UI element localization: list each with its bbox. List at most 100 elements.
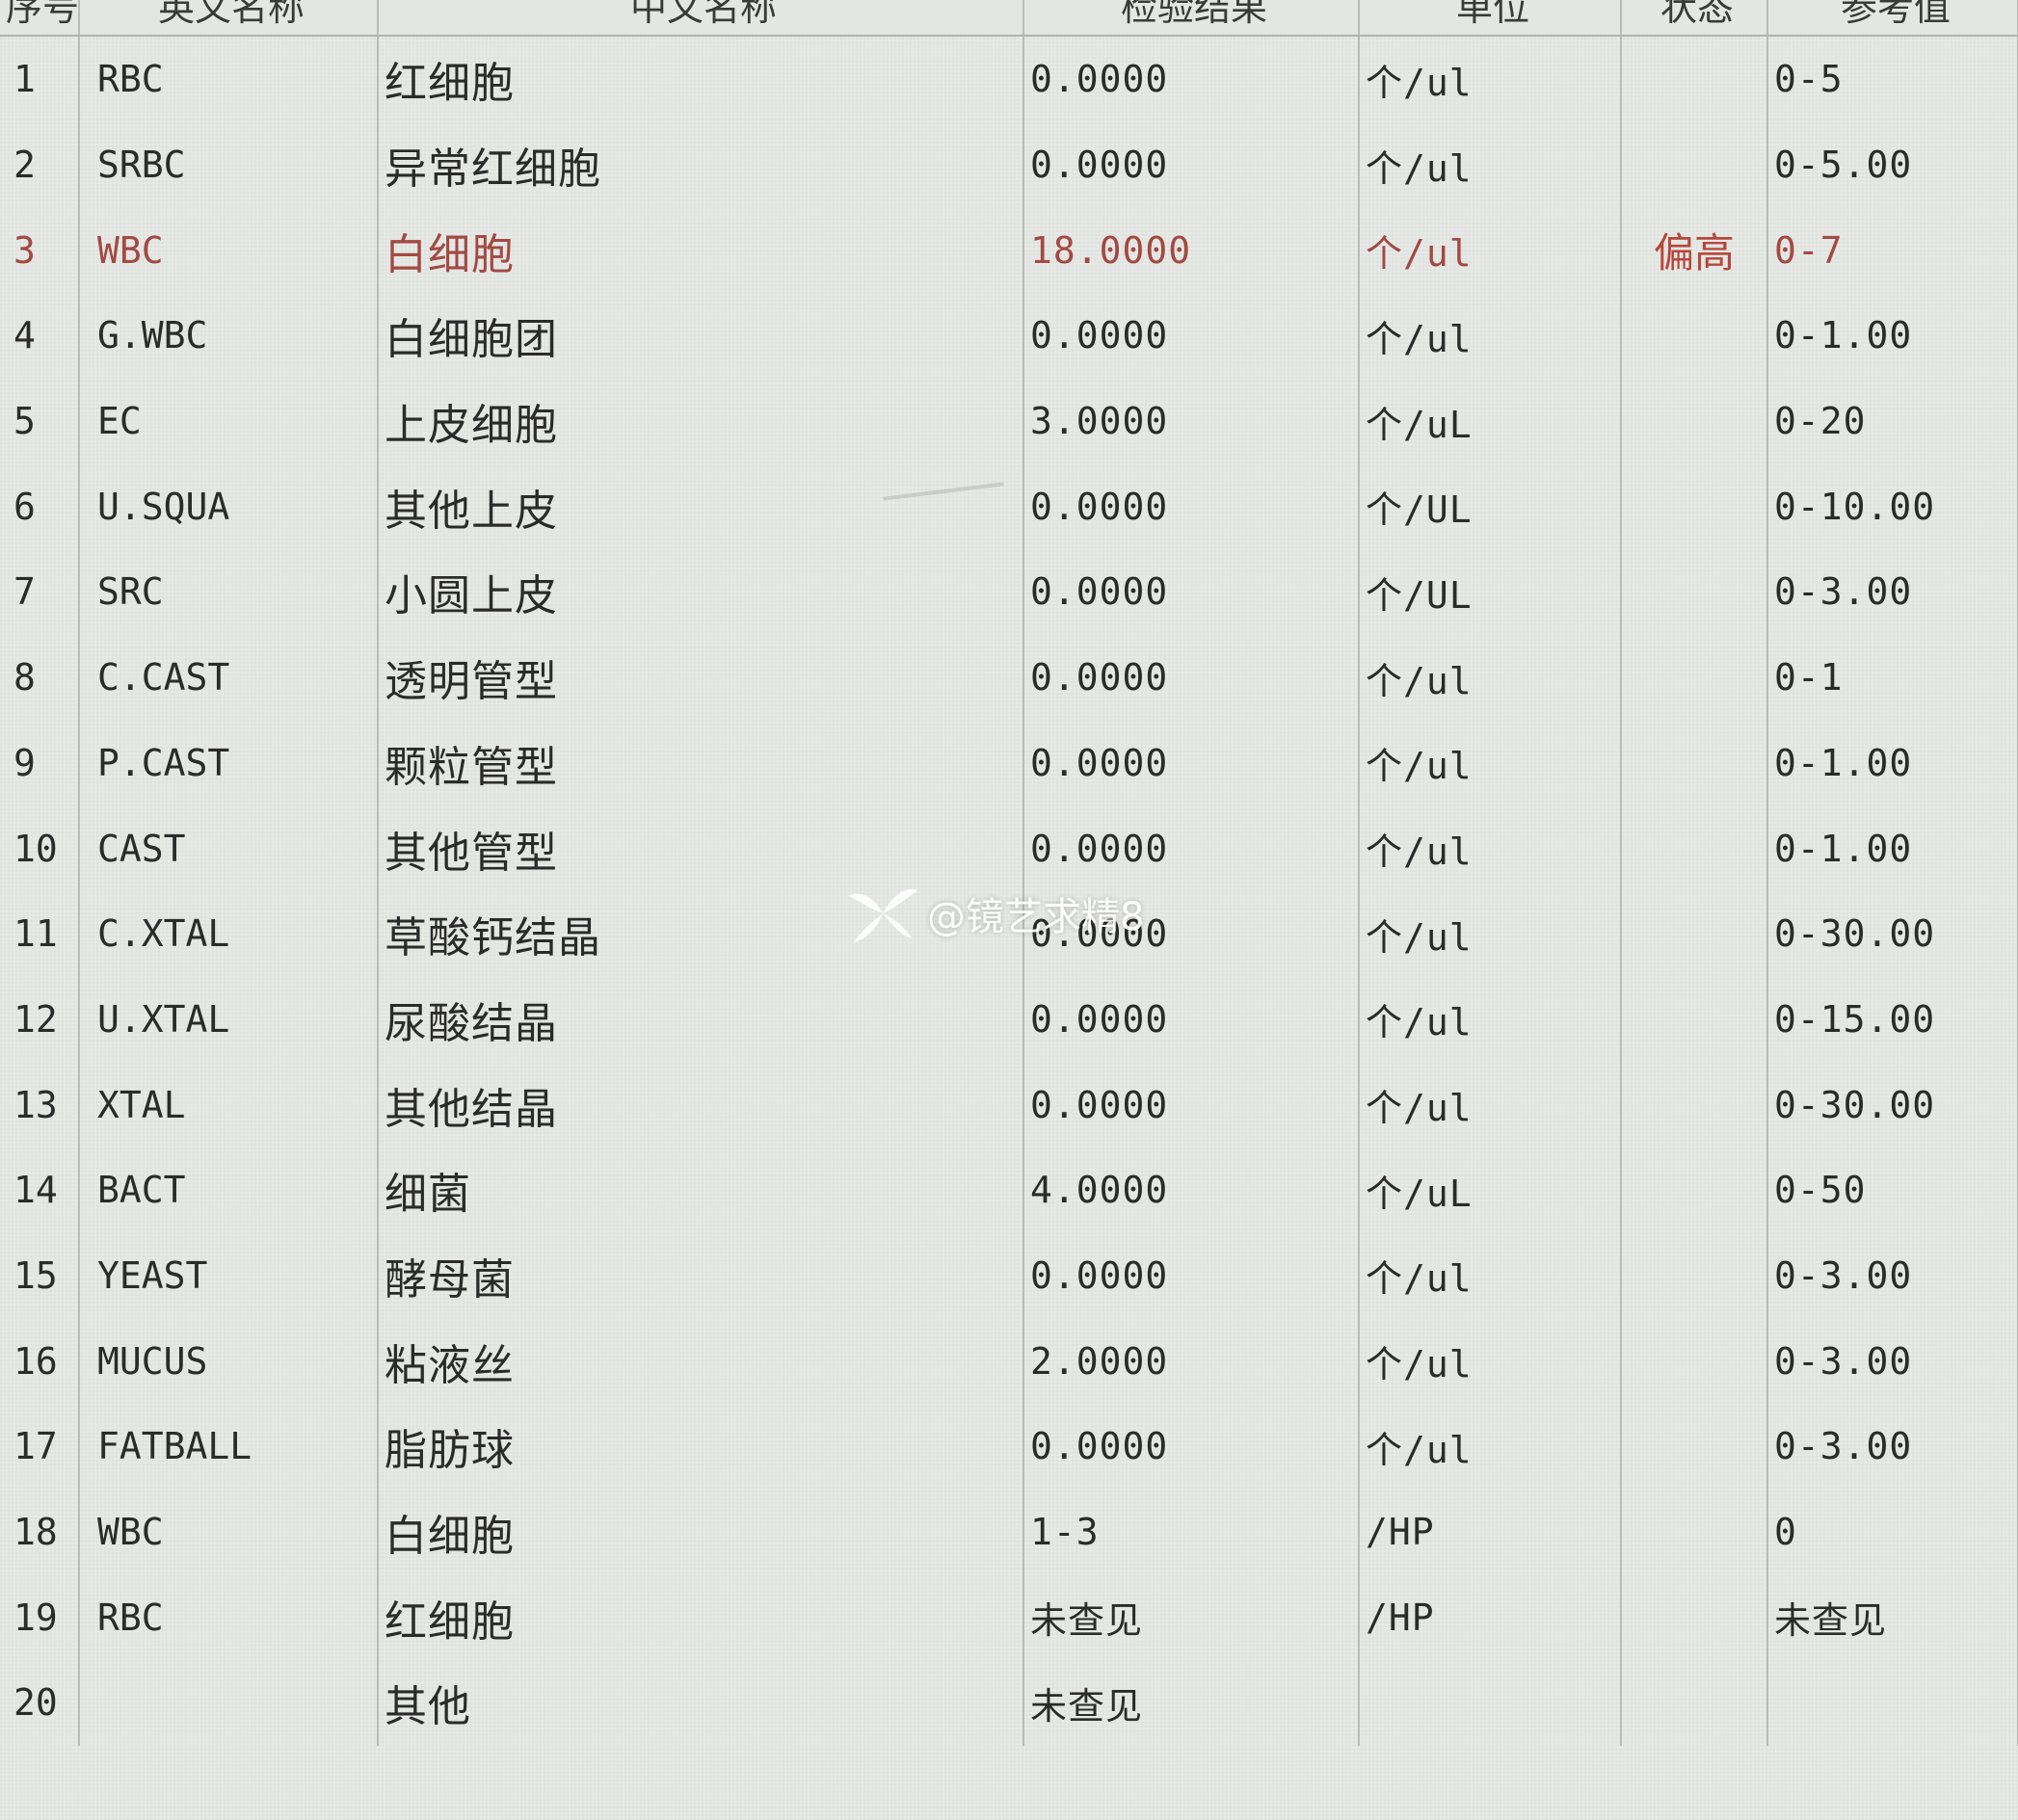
cell-status [1621, 1318, 1768, 1404]
cell-reference: 0-15.00 [1767, 976, 2018, 1063]
cell-chinese-name: 其他结晶 [378, 1062, 1024, 1147]
cell-status [1621, 1574, 1768, 1661]
table-row[interactable]: 15 YEAST 酵母菌 0.0000 个/ul 0-3.00 [0, 1232, 2018, 1319]
cell-result: 未查见 [1023, 1574, 1360, 1661]
leaf-logo-icon [848, 888, 917, 942]
cell-status [1621, 36, 1768, 122]
cell-no: 20 [0, 1660, 80, 1746]
cell-reference: 0-3.00 [1767, 1232, 2018, 1319]
cell-result: 0.0000 [1023, 549, 1360, 635]
cell-status [1621, 293, 1768, 379]
cell-english-name: RBC [79, 1574, 379, 1661]
table-row[interactable]: 20 其他 未查见 [0, 1660, 2018, 1746]
cell-result: 0.0000 [1023, 720, 1360, 806]
cell-unit: 个/ul [1359, 1232, 1622, 1319]
table-row[interactable]: 18 WBC 白细胞 1-3/HP 0 [0, 1489, 2018, 1575]
cell-reference: 未查见 [1767, 1574, 2018, 1661]
cell-reference: 0-5.00 [1767, 121, 2018, 208]
cell-result: 0.0000 [1023, 1232, 1360, 1319]
table-row[interactable]: 2 SRBC 异常红细胞 0.0000 个/ul 0-5.00 [0, 121, 2018, 208]
header-status[interactable]: 状态 [1621, 0, 1768, 37]
cell-english-name: BACT [79, 1147, 379, 1233]
header-chinese-name[interactable]: 中文名称 [378, 0, 1024, 37]
cell-unit [1359, 1660, 1622, 1746]
table-row[interactable]: 14 BACT 细菌 4.0000 个/uL 0-50 [0, 1147, 2018, 1233]
cell-status [1621, 890, 1768, 977]
cell-unit: 个/UL [1359, 549, 1622, 635]
cell-unit: 个/ul [1359, 890, 1622, 977]
header-no[interactable]: 序号 [0, 0, 80, 37]
cell-english-name: MUCUS [79, 1318, 379, 1404]
cell-result: 0.0000 [1023, 121, 1360, 208]
cell-reference: 0-3.00 [1767, 1318, 2018, 1404]
cell-unit: 个/ul [1359, 1062, 1622, 1147]
cell-result: 0.0000 [1023, 293, 1360, 379]
cell-chinese-name: 粘液丝 [378, 1318, 1024, 1404]
cell-no: 4 [0, 293, 80, 379]
cell-reference: 0-20 [1767, 378, 2018, 464]
cell-result: 0.0000 [1023, 634, 1360, 721]
cell-status [1621, 1062, 1768, 1147]
cell-english-name: XTAL [79, 1062, 379, 1147]
table-header-row: 序号 英文名称 中文名称 检验结果 单位 状态 参考值 [0, 0, 2018, 37]
cell-english-name: WBC [79, 1489, 379, 1575]
cell-status [1621, 805, 1768, 891]
cell-result: 0.0000 [1023, 1062, 1360, 1147]
table-row[interactable]: 7 SRC 小圆上皮 0.0000 个/UL 0-3.00 [0, 549, 2018, 635]
cell-unit: 个/ul [1359, 805, 1622, 891]
table-row[interactable]: 13 XTAL 其他结晶 0.0000 个/ul 0-30.00 [0, 1062, 2018, 1147]
cell-unit: 个/ul [1359, 293, 1622, 379]
table-row[interactable]: 5 EC 上皮细胞 3.0000 个/uL 0-20 [0, 378, 2018, 464]
cell-status [1621, 1404, 1768, 1490]
cell-reference: 0-1.00 [1767, 293, 2018, 379]
cell-status [1621, 1489, 1768, 1575]
cell-english-name: U.SQUA [79, 463, 379, 550]
cell-status [1621, 634, 1768, 721]
header-unit[interactable]: 单位 [1359, 0, 1622, 37]
table-row[interactable]: 1 RBC 红细胞 0.0000 个/ul 0-5 [0, 36, 2018, 122]
table-row[interactable]: 8 C.CAST 透明管型 0.0000 个/ul 0-1 [0, 634, 2018, 721]
cell-english-name: P.CAST [79, 720, 379, 806]
cell-no: 16 [0, 1318, 80, 1404]
cell-chinese-name: 红细胞 [378, 1574, 1024, 1661]
table-row[interactable]: 12 U.XTAL 尿酸结晶 0.0000 个/ul 0-15.00 [0, 976, 2018, 1063]
table-row[interactable]: 3 WBC 白细胞 18.0000 个/ul 偏高 0-7 [0, 207, 2018, 294]
cell-chinese-name: 白细胞 [378, 1489, 1024, 1575]
cell-status [1621, 976, 1768, 1063]
cell-reference [1767, 1660, 2018, 1746]
lab-results-screen: 序号 英文名称 中文名称 检验结果 单位 状态 参考值 1 RBC 红细胞 0.000… [0, 0, 2018, 1820]
cell-no: 8 [0, 634, 80, 721]
header-reference[interactable]: 参考值 [1767, 0, 2018, 37]
cell-english-name: EC [79, 378, 379, 464]
cell-unit: 个/UL [1359, 463, 1622, 550]
cell-no: 19 [0, 1574, 80, 1661]
cell-english-name: SRC [79, 549, 379, 635]
cell-no: 2 [0, 121, 80, 208]
cell-status [1621, 720, 1768, 806]
cell-unit: 个/ul [1359, 1318, 1622, 1404]
cell-no: 1 [0, 36, 80, 122]
table-row[interactable]: 4 G.WBC 白细胞团 0.0000 个/ul 0-1.00 [0, 293, 2018, 379]
header-english-name[interactable]: 英文名称 [79, 0, 379, 37]
cell-unit: 个/ul [1359, 720, 1622, 806]
cell-chinese-name: 白细胞团 [378, 293, 1024, 379]
header-result[interactable]: 检验结果 [1023, 0, 1360, 37]
cell-no: 5 [0, 378, 80, 464]
cell-english-name: YEAST [79, 1232, 379, 1319]
cell-result: 0.0000 [1023, 36, 1360, 122]
cell-result: 1-3 [1023, 1489, 1360, 1575]
table-row[interactable]: 16 MUCUS 粘液丝 2.0000 个/ul 0-3.00 [0, 1318, 2018, 1404]
table-row[interactable]: 19 RBC 红细胞 未查见/HP 未查见 [0, 1574, 2018, 1661]
table-row[interactable]: 9 P.CAST 颗粒管型 0.0000 个/ul 0-1.00 [0, 720, 2018, 806]
cell-no: 13 [0, 1062, 80, 1147]
cell-english-name: C.CAST [79, 634, 379, 721]
cell-reference: 0-50 [1767, 1147, 2018, 1233]
table-row[interactable]: 17 FATBALL 脂肪球 0.0000 个/ul 0-3.00 [0, 1404, 2018, 1490]
cell-chinese-name: 酵母菌 [378, 1232, 1024, 1319]
cell-no: 10 [0, 805, 80, 891]
cell-result: 3.0000 [1023, 378, 1360, 464]
cell-no: 17 [0, 1404, 80, 1490]
cell-english-name: C.XTAL [79, 890, 379, 977]
cell-unit: 个/ul [1359, 121, 1622, 208]
table-row[interactable]: 6 U.SQUA 其他上皮 0.0000 个/UL 0-10.00 [0, 463, 2018, 550]
